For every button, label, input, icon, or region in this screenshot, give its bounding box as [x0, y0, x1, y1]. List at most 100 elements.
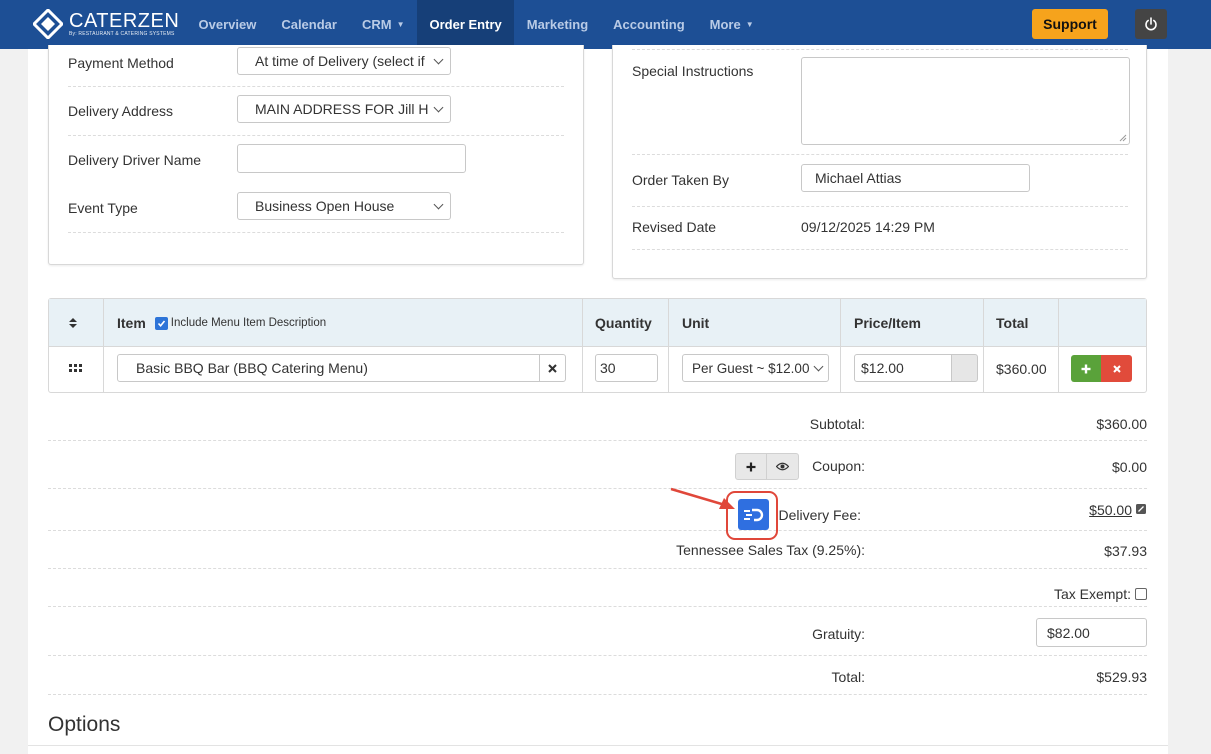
driver-name-row: Delivery Driver Name [68, 136, 564, 185]
gratuity-input[interactable]: $82.00 [1036, 618, 1147, 647]
remove-item-button[interactable] [1101, 355, 1132, 382]
quantity-header: Quantity [595, 315, 652, 331]
include-description-checkbox[interactable] [154, 316, 168, 330]
chevron-down-icon [433, 54, 444, 65]
eye-icon [776, 462, 789, 471]
gratuity-label: Gratuity: [812, 626, 865, 642]
special-instructions-row: Special Instructions [632, 49, 1130, 155]
plus-icon [746, 462, 756, 471]
close-icon [1112, 364, 1121, 373]
coupon-value: $0.00 [1111, 459, 1147, 475]
chevron-down-icon [813, 361, 824, 372]
nav-marketing[interactable]: Marketing [514, 0, 600, 49]
chevron-down-icon [433, 199, 444, 210]
event-type-label: Event Type [68, 200, 138, 216]
order-taken-by-row: Order Taken By Michael Attias [632, 155, 1128, 207]
subtotal-value: $360.00 [1096, 416, 1147, 432]
quantity-input[interactable]: 30 [595, 354, 658, 382]
coupon-buttons [735, 453, 799, 480]
nav-order-entry[interactable]: Order Entry [417, 0, 515, 49]
revised-date-label: Revised Date [632, 219, 717, 235]
subtotal-row: Subtotal: $360.00 [48, 402, 1147, 441]
doordash-delivery-button[interactable] [738, 499, 769, 530]
delivery-address-select[interactable]: MAIN ADDRESS FOR Jill H [237, 95, 451, 123]
add-coupon-button[interactable] [736, 454, 767, 479]
coupon-label: Coupon: [812, 458, 865, 474]
driver-name-label: Delivery Driver Name [68, 152, 202, 168]
gratuity-row: Gratuity: $82.00 [48, 607, 1147, 656]
add-item-button[interactable] [1071, 355, 1101, 382]
order-taken-by-input[interactable]: Michael Attias [801, 164, 1030, 192]
delivery-fee-label: Delivery Fee: [778, 507, 861, 523]
support-button[interactable]: Support [1032, 9, 1108, 39]
options-divider [28, 745, 1168, 746]
tax-exempt-checkbox[interactable] [1135, 588, 1147, 600]
chevron-down-icon [433, 102, 444, 113]
view-coupon-button[interactable] [767, 454, 798, 479]
order-info-panel: Special Instructions Order Taken By Mich… [612, 45, 1147, 279]
subtotal-label: Subtotal: [809, 416, 865, 432]
special-instructions-textarea[interactable] [801, 57, 1130, 145]
resize-handle-icon [1119, 134, 1127, 142]
caret-down-icon: ▼ [396, 20, 405, 29]
event-type-row: Event Type Business Open House [68, 185, 564, 233]
payment-method-row: Payment Method At time of Delivery (sele… [68, 45, 564, 87]
nav-more[interactable]: More ▼ [697, 0, 766, 49]
order-taken-by-label: Order Taken By [632, 172, 730, 188]
event-type-select[interactable]: Business Open House [237, 192, 451, 220]
caterzen-logo[interactable]: CATERZEN By: RESTAURANT & CATERING SYSTE… [31, 7, 180, 41]
logo-subtitle: By: RESTAURANT & CATERING SYSTEMS [69, 31, 175, 37]
logo-name: CATERZEN [69, 10, 180, 32]
nav-accounting[interactable]: Accounting [601, 0, 698, 49]
sort-icon[interactable] [69, 299, 77, 347]
total-header: Total [996, 315, 1029, 331]
close-icon [548, 363, 557, 373]
options-heading: Options [48, 713, 121, 736]
price-input[interactable]: $12.00 [854, 354, 952, 382]
tax-value: $37.93 [1104, 543, 1147, 559]
delivery-fee-row: Delivery Fee: $50.00 [48, 487, 1147, 540]
delivery-fee-value[interactable]: $50.00 [1089, 502, 1132, 518]
power-button[interactable] [1135, 9, 1167, 39]
caret-down-icon: ▼ [745, 20, 754, 29]
total-label: Total: [831, 669, 865, 685]
tax-row: Tennessee Sales Tax (9.25%): $37.93 [48, 531, 1147, 569]
top-nav: CATERZEN By: RESTAURANT & CATERING SYSTE… [0, 0, 1211, 49]
power-icon [1145, 17, 1157, 31]
unit-header: Unit [682, 315, 710, 331]
unit-select[interactable]: Per Guest ~ $12.00 [682, 354, 829, 382]
plus-icon [1081, 364, 1091, 373]
clear-item-button[interactable] [539, 354, 566, 382]
tax-exempt-row: Tax Exempt: [48, 569, 1147, 607]
logo-diamond-icon [31, 7, 65, 41]
row-total: $360.00 [996, 361, 1047, 377]
nav-calendar[interactable]: Calendar [269, 0, 350, 49]
item-select[interactable]: Basic BBQ Bar (BBQ Catering Menu) [117, 354, 540, 382]
payment-method-select[interactable]: At time of Delivery (select if [237, 47, 451, 75]
payment-method-label: Payment Method [68, 55, 174, 71]
tax-exempt-label: Tax Exempt: [1053, 586, 1131, 602]
nav-overview[interactable]: Overview [186, 0, 269, 49]
coupon-row: Coupon: $0.00 [48, 441, 1147, 489]
price-header: Price/Item [854, 315, 921, 331]
drag-handle-icon[interactable] [69, 364, 82, 374]
order-entry-page: Payment Method At time of Delivery (sele… [28, 45, 1168, 754]
table-row: Basic BBQ Bar (BBQ Catering Menu) 30 Per… [49, 347, 1146, 392]
special-instructions-label: Special Instructions [632, 63, 754, 79]
include-description-option[interactable]: Include Menu Item Description [154, 316, 327, 330]
dash-delivery-icon [744, 508, 764, 521]
delivery-details-panel: Payment Method At time of Delivery (sele… [48, 45, 584, 265]
price-addon [951, 354, 978, 382]
edit-icon[interactable] [1136, 504, 1146, 514]
include-description-label: Include Menu Item Description [170, 317, 327, 329]
driver-name-input[interactable] [237, 144, 466, 173]
revised-date-row: Revised Date 09/12/2025 14:29 PM [632, 207, 1128, 250]
table-header: Item Include Menu Item Description Quant… [49, 299, 1146, 347]
tax-label: Tennessee Sales Tax (9.25%): [676, 542, 865, 558]
total-value: $529.93 [1096, 669, 1147, 685]
order-items-table: Item Include Menu Item Description Quant… [48, 298, 1147, 393]
nav-crm[interactable]: CRM ▼ [349, 0, 417, 49]
delivery-address-label: Delivery Address [68, 103, 174, 119]
revised-date-value: 09/12/2025 14:29 PM [801, 219, 935, 235]
delivery-address-row: Delivery Address MAIN ADDRESS FOR Jill H [68, 87, 564, 136]
